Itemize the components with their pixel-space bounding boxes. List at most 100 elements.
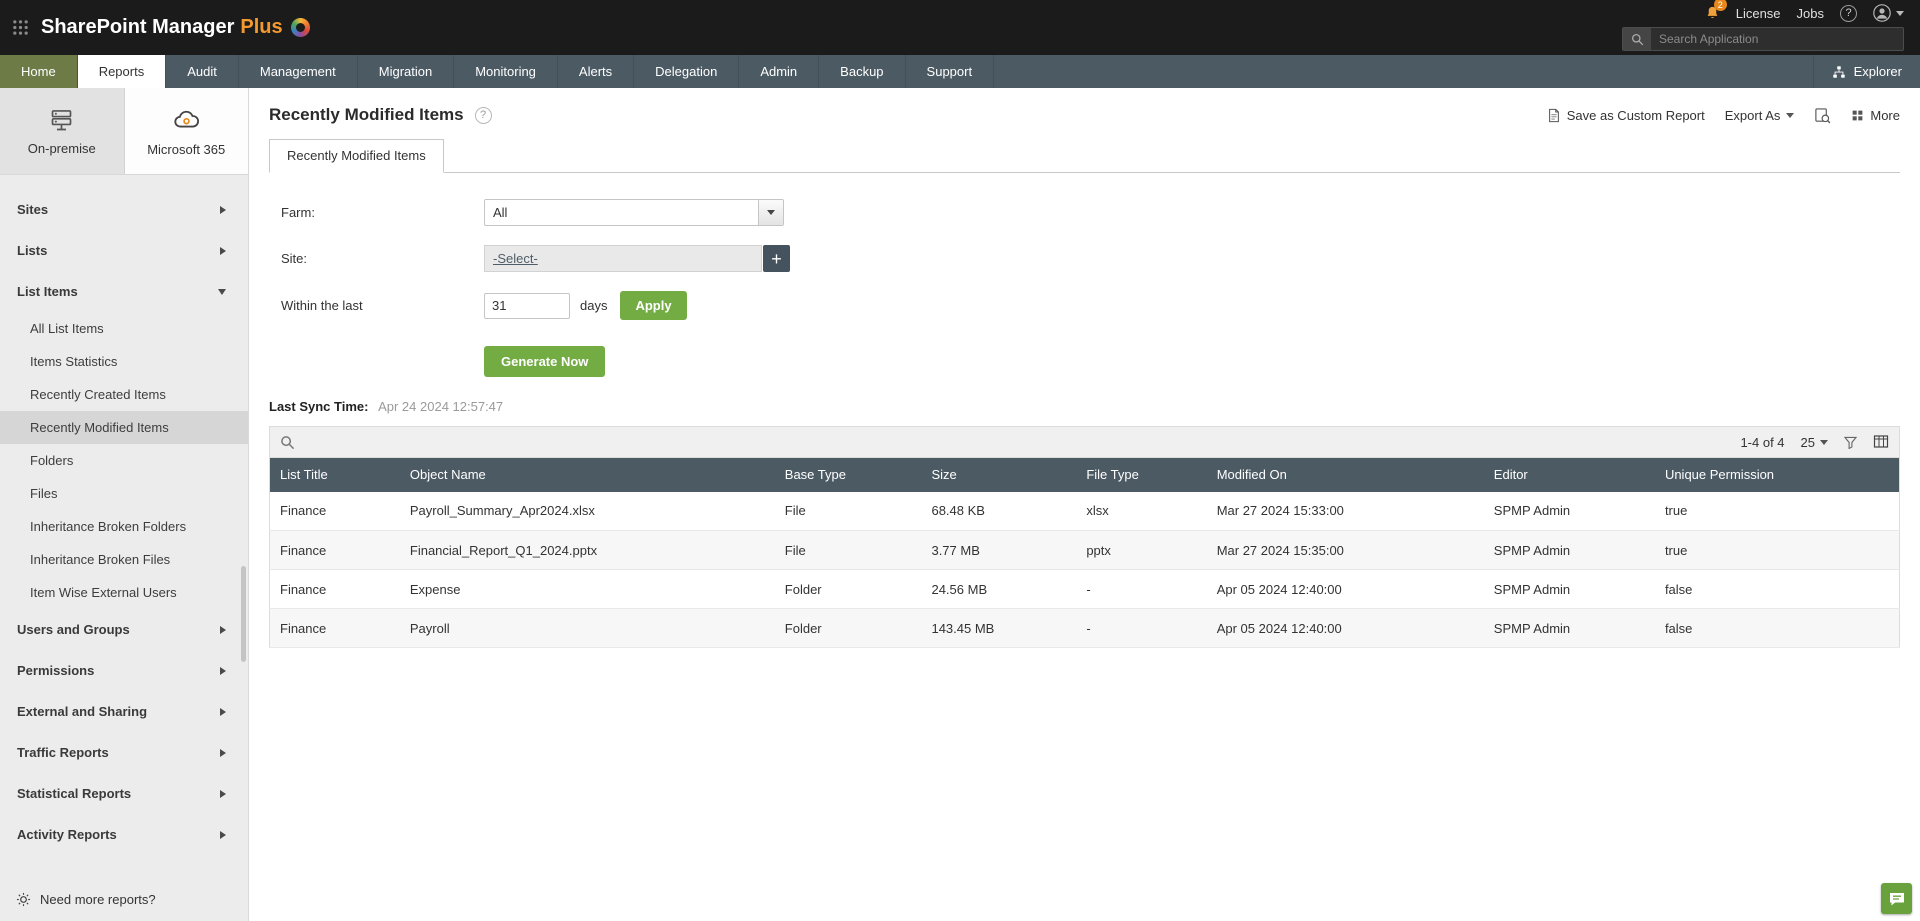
more-icon (1853, 110, 1863, 120)
cell-object-name: Financial_Report_Q1_2024.pptx (399, 530, 775, 570)
table-search-button[interactable] (280, 435, 295, 450)
sidebar-item-label: Sites (17, 202, 49, 217)
table-row[interactable]: Finance Financial_Report_Q1_2024.pptx Fi… (269, 530, 1900, 570)
sidebar-item-lists[interactable]: Lists (0, 230, 248, 271)
page-size-select[interactable]: 25 (1801, 435, 1828, 450)
table-row[interactable]: Finance Payroll_Summary_Apr2024.xlsx Fil… (269, 491, 1900, 531)
table-row[interactable]: Finance Expense Folder 24.56 MB - Apr 05… (269, 569, 1900, 609)
sidebar-item-label: List Items (17, 284, 78, 299)
help-button[interactable]: ? (1840, 4, 1857, 22)
nav-tab-management[interactable]: Management (239, 55, 358, 88)
nav-tab-admin[interactable]: Admin (739, 55, 820, 88)
search-button[interactable] (1623, 28, 1651, 50)
search-input[interactable] (1651, 32, 1903, 46)
mode-onpremise-button[interactable]: On-premise (0, 88, 125, 174)
nav-tab-delegation[interactable]: Delegation (634, 55, 740, 88)
farm-select[interactable]: All (484, 199, 784, 226)
notifications-button[interactable]: 2 (1705, 0, 1727, 21)
sidebar-item-activity-reports[interactable]: Activity Reports (0, 814, 248, 855)
sidebar-item-statistical-reports[interactable]: Statistical Reports (0, 773, 248, 814)
apply-button[interactable]: Apply (620, 291, 687, 320)
more-button[interactable]: More (1851, 108, 1900, 123)
sidebar-item-traffic-reports[interactable]: Traffic Reports (0, 732, 248, 773)
site-row: Site: -Select- + (281, 245, 1900, 272)
sidebar-item-users-and-groups[interactable]: Users and Groups (0, 609, 248, 650)
days-input[interactable] (484, 292, 570, 319)
chevron-down-icon (218, 288, 226, 295)
column-header-modified-on[interactable]: Modified On (1206, 457, 1484, 492)
mode-microsoft365-button[interactable]: Microsoft 365 (124, 88, 248, 174)
cell-size: 24.56 MB (921, 569, 1077, 609)
license-link[interactable]: License (1736, 6, 1781, 21)
sidebar-scrollbar[interactable] (241, 566, 246, 662)
cell-modified-on: Apr 05 2024 12:40:00 (1206, 569, 1484, 609)
filter-button[interactable] (1844, 436, 1857, 449)
chevron-right-icon (220, 707, 226, 716)
last-sync-value: Apr 24 2024 12:57:47 (378, 399, 504, 414)
cell-object-name: Expense (399, 569, 775, 609)
nav-tab-backup[interactable]: Backup (819, 55, 906, 88)
column-header-object-name[interactable]: Object Name (399, 457, 775, 492)
cell-file-type: - (1076, 569, 1207, 609)
tab-recently-modified-items[interactable]: Recently Modified Items (269, 139, 444, 173)
logo-accent-text: Plus (240, 16, 283, 38)
column-header-list-title[interactable]: List Title (269, 457, 400, 492)
app-logo[interactable]: SharePoint Manager Plus (41, 16, 310, 39)
user-menu-button[interactable] (1873, 4, 1904, 22)
page-help-icon[interactable]: ? (474, 106, 492, 124)
column-header-unique-permission[interactable]: Unique Permission (1654, 457, 1900, 492)
chat-support-button[interactable] (1881, 883, 1912, 914)
caret-down-icon (1786, 112, 1795, 118)
table-toolbar: 1-4 of 4 25 (269, 426, 1900, 457)
cell-base-type: Folder (774, 608, 922, 648)
nav-tab-monitoring[interactable]: Monitoring (454, 55, 558, 88)
nav-tab-reports[interactable]: Reports (77, 55, 167, 88)
column-chooser-button[interactable] (1873, 434, 1889, 450)
nav-tab-migration[interactable]: Migration (358, 55, 455, 88)
column-header-base-type[interactable]: Base Type (774, 457, 922, 492)
site-select[interactable]: -Select- (484, 245, 762, 272)
sidebar-item-recently-created-items[interactable]: Recently Created Items (0, 378, 248, 411)
nav-tab-support[interactable]: Support (906, 55, 995, 88)
cell-size: 143.45 MB (921, 608, 1077, 648)
sidebar-item-inheritance-broken-folders[interactable]: Inheritance Broken Folders (0, 510, 248, 543)
sidebar-item-folders[interactable]: Folders (0, 444, 248, 477)
jobs-link[interactable]: Jobs (1797, 6, 1824, 21)
chevron-right-icon (220, 789, 226, 798)
cell-file-type: pptx (1076, 530, 1207, 570)
nav-tab-home[interactable]: Home (0, 55, 78, 88)
need-more-reports-link[interactable]: Need more reports? (0, 880, 248, 921)
save-as-custom-report-button[interactable]: Save as Custom Report (1547, 108, 1705, 123)
document-icon (1548, 108, 1559, 122)
sidebar-item-label: Users and Groups (17, 622, 130, 637)
sidebar-item-sites[interactable]: Sites (0, 189, 248, 230)
sidebar-item-items-statistics[interactable]: Items Statistics (0, 345, 248, 378)
sidebar-item-item-wise-external-users[interactable]: Item Wise External Users (0, 576, 248, 609)
report-table: 1-4 of 4 25 List Title Object Name Base … (269, 426, 1900, 648)
app-launcher-icon[interactable] (12, 19, 29, 36)
schedule-report-button[interactable] (1814, 107, 1831, 124)
chevron-right-icon (220, 666, 226, 675)
export-as-button[interactable]: Export As (1725, 108, 1795, 123)
sidebar-item-files[interactable]: Files (0, 477, 248, 510)
nav-tab-alerts[interactable]: Alerts (558, 55, 635, 88)
sidebar-item-inheritance-broken-files[interactable]: Inheritance Broken Files (0, 543, 248, 576)
column-header-editor[interactable]: Editor (1483, 457, 1655, 492)
cell-unique-permission: false (1654, 608, 1900, 648)
column-header-size[interactable]: Size (921, 457, 1077, 492)
sidebar-item-list-items[interactable]: List Items (0, 271, 248, 312)
explorer-button[interactable]: Explorer (1812, 55, 1920, 88)
nav-tab-audit[interactable]: Audit (166, 55, 239, 88)
table-row[interactable]: Finance Payroll Folder 143.45 MB - Apr 0… (269, 608, 1900, 648)
sidebar-item-permissions[interactable]: Permissions (0, 650, 248, 691)
table-toolbar-right: 1-4 of 4 25 (1740, 434, 1889, 450)
farm-select-caret-button[interactable] (758, 200, 783, 225)
column-header-file-type[interactable]: File Type (1076, 457, 1207, 492)
sidebar-item-recently-modified-items[interactable]: Recently Modified Items (0, 411, 248, 444)
add-site-button[interactable]: + (763, 245, 790, 272)
save-as-custom-report-label: Save as Custom Report (1566, 107, 1705, 123)
sidebar-item-all-list-items[interactable]: All List Items (0, 312, 248, 345)
sidebar-item-external-and-sharing[interactable]: External and Sharing (0, 691, 248, 732)
generate-now-button[interactable]: Generate Now (484, 346, 606, 377)
cell-list-title: Finance (269, 569, 400, 609)
